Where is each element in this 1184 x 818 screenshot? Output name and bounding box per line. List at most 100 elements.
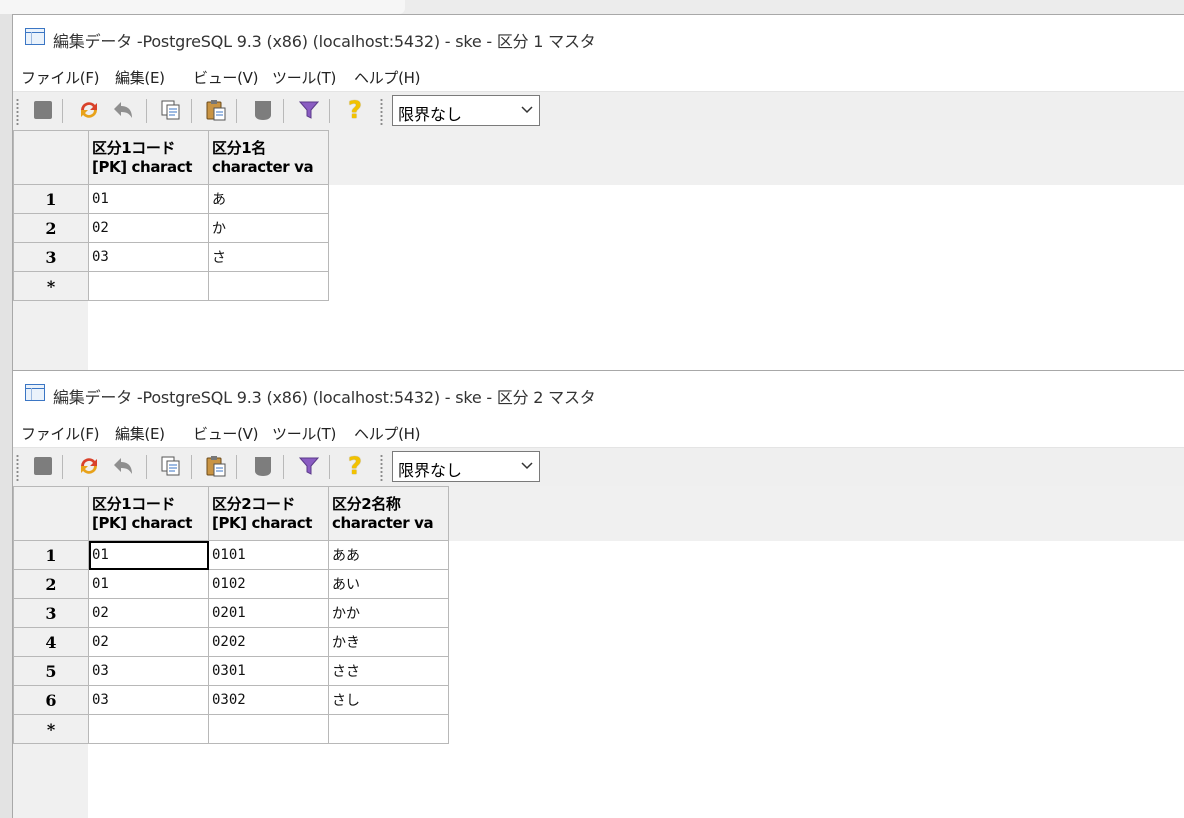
title-bar[interactable]: 編集データ -PostgreSQL 9.3 (x86) (localhost:5… <box>13 371 1184 417</box>
table-cell[interactable]: 03 <box>88 656 209 686</box>
row-number[interactable]: 2 <box>13 569 89 599</box>
paste-icon[interactable] <box>204 453 228 479</box>
menu-view[interactable]: ビュー(V) <box>193 423 258 444</box>
menu-tools[interactable]: ツール(T) <box>272 423 336 444</box>
copy-icon[interactable] <box>159 97 183 123</box>
table-row[interactable]: 2 01 0102 あい <box>13 569 449 599</box>
table-cell[interactable] <box>328 714 449 744</box>
new-row[interactable]: * <box>13 271 329 301</box>
copy-icon[interactable] <box>159 453 183 479</box>
table-cell[interactable]: かか <box>328 598 449 628</box>
undo-icon[interactable] <box>111 97 135 123</box>
edit-data-window-1[interactable]: 編集データ -PostgreSQL 9.3 (x86) (localhost:5… <box>12 14 1184 371</box>
row-number[interactable]: * <box>13 714 89 744</box>
row-number[interactable]: 3 <box>13 598 89 628</box>
edit-data-window-2[interactable]: 編集データ -PostgreSQL 9.3 (x86) (localhost:5… <box>12 370 1184 818</box>
stop-icon[interactable] <box>31 453 55 479</box>
table-cell[interactable]: さし <box>328 685 449 715</box>
column-header[interactable]: 区分1コード [PK] charact <box>88 486 209 541</box>
table-cell[interactable]: 01 <box>88 569 209 599</box>
row-limit-select[interactable]: 限界なし <box>392 95 540 126</box>
delete-icon[interactable] <box>251 97 275 123</box>
menu-file[interactable]: ファイル(F) <box>21 67 100 88</box>
table-cell[interactable]: 02 <box>88 213 209 243</box>
table-cell[interactable]: 0302 <box>208 685 329 715</box>
menu-help[interactable]: ヘルプ(H) <box>354 67 420 88</box>
delete-icon[interactable] <box>251 453 275 479</box>
row-number[interactable]: 4 <box>13 627 89 657</box>
undo-icon[interactable] <box>111 453 135 479</box>
table-cell[interactable]: 0201 <box>208 598 329 628</box>
data-grid-area[interactable]: 区分1コード [PK] charact 区分1名 character va 1 01… <box>13 130 1184 371</box>
table-cell[interactable]: 02 <box>88 627 209 657</box>
table-row[interactable]: 3 02 0201 かか <box>13 598 449 628</box>
row-number[interactable]: 5 <box>13 656 89 686</box>
table-cell[interactable]: 02 <box>88 598 209 628</box>
table-cell[interactable]: 03 <box>88 685 209 715</box>
column-header[interactable]: 区分1名 character va <box>208 130 329 185</box>
row-limit-select[interactable]: 限界なし <box>392 451 540 482</box>
column-header[interactable]: 区分2名称 character va <box>328 486 449 541</box>
data-grid-area[interactable]: 区分1コード [PK] charact 区分2コード [PK] charact 区分… <box>13 486 1184 818</box>
column-header[interactable]: 区分1コード [PK] charact <box>88 130 209 185</box>
table-cell[interactable]: 0301 <box>208 656 329 686</box>
menu-help[interactable]: ヘルプ(H) <box>354 423 420 444</box>
table-cell[interactable]: あい <box>328 569 449 599</box>
row-number[interactable]: 1 <box>13 184 89 214</box>
table-row[interactable]: 5 03 0301 ささ <box>13 656 449 686</box>
menu-edit[interactable]: 編集(E) <box>115 67 165 88</box>
menu-view[interactable]: ビュー(V) <box>193 67 258 88</box>
grid-corner[interactable] <box>13 130 89 185</box>
table-cell[interactable]: 0102 <box>208 569 329 599</box>
menu-edit[interactable]: 編集(E) <box>115 423 165 444</box>
refresh-icon[interactable] <box>77 97 101 123</box>
row-number[interactable]: 6 <box>13 685 89 715</box>
new-row[interactable]: * <box>13 714 449 744</box>
table-cell[interactable] <box>88 714 209 744</box>
toolbar-grip[interactable] <box>380 454 383 482</box>
table-cell[interactable] <box>208 714 329 744</box>
paste-icon[interactable] <box>204 97 228 123</box>
column-header[interactable]: 区分2コード [PK] charact <box>208 486 329 541</box>
row-number[interactable]: 3 <box>13 242 89 272</box>
table-row[interactable]: 4 02 0202 かき <box>13 627 449 657</box>
grid-corner[interactable] <box>13 486 89 541</box>
table-cell[interactable] <box>208 271 329 301</box>
table-row[interactable]: 3 03 さ <box>13 242 329 272</box>
active-cell[interactable]: 01 <box>88 540 209 570</box>
help-icon[interactable]: ? <box>343 452 367 480</box>
table-cell[interactable]: あ <box>208 184 329 214</box>
refresh-icon[interactable] <box>77 453 101 479</box>
stop-icon[interactable] <box>31 97 55 123</box>
table-cell[interactable]: 0202 <box>208 627 329 657</box>
menu-tools[interactable]: ツール(T) <box>272 67 336 88</box>
toolbar-separator <box>62 455 63 479</box>
menu-file[interactable]: ファイル(F) <box>21 423 100 444</box>
row-number[interactable]: 2 <box>13 213 89 243</box>
table-cell[interactable]: 03 <box>88 242 209 272</box>
filter-icon[interactable] <box>297 97 321 123</box>
table-cell[interactable]: 01 <box>88 184 209 214</box>
table-cell[interactable]: ああ <box>328 540 449 570</box>
toolbar-grip[interactable] <box>16 98 19 126</box>
table-row[interactable]: 1 01 あ <box>13 184 329 214</box>
table-cell[interactable]: かき <box>328 627 449 657</box>
toolbar-grip[interactable] <box>380 98 383 126</box>
table-cell[interactable] <box>88 271 209 301</box>
title-bar[interactable]: 編集データ -PostgreSQL 9.3 (x86) (localhost:5… <box>13 15 1184 61</box>
row-number[interactable]: 1 <box>13 540 89 570</box>
table-row[interactable]: 1 01 0101 ああ <box>13 540 449 570</box>
table-cell[interactable]: ささ <box>328 656 449 686</box>
toolbar-separator <box>236 455 237 479</box>
toolbar-grip[interactable] <box>16 454 19 482</box>
table-row[interactable]: 6 03 0302 さし <box>13 685 449 715</box>
help-icon[interactable]: ? <box>343 96 367 124</box>
row-number[interactable]: * <box>13 271 89 301</box>
toolbar-separator <box>146 99 147 123</box>
filter-icon[interactable] <box>297 453 321 479</box>
table-cell[interactable]: さ <box>208 242 329 272</box>
chevron-down-icon <box>521 106 533 114</box>
table-row[interactable]: 2 02 か <box>13 213 329 243</box>
table-cell[interactable]: か <box>208 213 329 243</box>
table-cell[interactable]: 0101 <box>208 540 329 570</box>
